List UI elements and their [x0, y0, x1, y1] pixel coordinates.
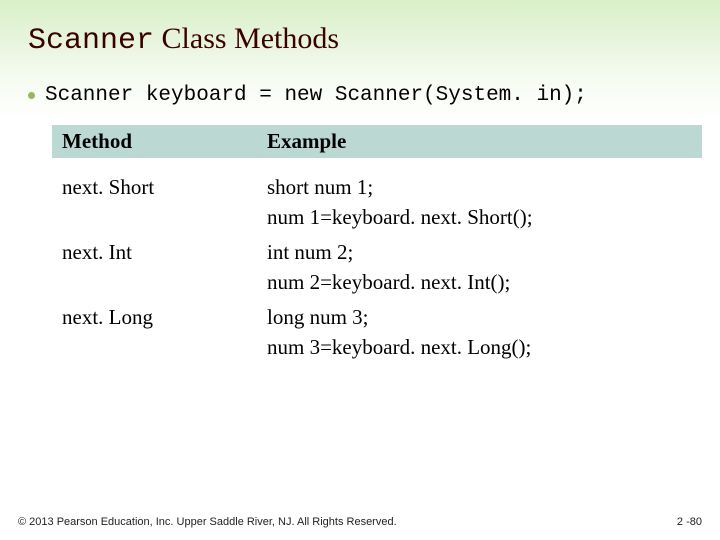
cell-method: next. Int [52, 235, 257, 300]
example-line: int num 2; [267, 240, 353, 264]
cell-example: short num 1; num 1=keyboard. next. Short… [257, 170, 702, 235]
methods-table: Method Example next. Short short num 1; … [52, 125, 702, 365]
bullet-text: Scanner keyboard = new Scanner(System. i… [45, 84, 587, 107]
cell-example: long num 3; num 3=keyboard. next. Long()… [257, 300, 702, 365]
title-mono: Scanner [28, 24, 154, 58]
title-rest: Class Methods [154, 22, 339, 55]
example-line: long num 3; [267, 305, 369, 329]
footer: © 2013 Pearson Education, Inc. Upper Sad… [18, 516, 702, 528]
table-row: next. Short short num 1; num 1=keyboard.… [52, 170, 702, 235]
table-row: next. Long long num 3; num 3=keyboard. n… [52, 300, 702, 365]
example-line: num 2=keyboard. next. Int(); [267, 270, 510, 294]
bullet-line: Scanner keyboard = new Scanner(System. i… [28, 84, 692, 107]
cell-method: next. Long [52, 300, 257, 365]
table-header-row: Method Example [52, 125, 702, 158]
copyright-text: © 2013 Pearson Education, Inc. Upper Sad… [18, 516, 397, 528]
example-line: num 3=keyboard. next. Long(); [267, 335, 531, 359]
example-line: num 1=keyboard. next. Short(); [267, 205, 533, 229]
spacer [52, 158, 702, 170]
table-row: next. Int int num 2; num 2=keyboard. nex… [52, 235, 702, 300]
page-number: 2 -80 [677, 516, 702, 528]
header-example: Example [257, 125, 702, 158]
slide: Scanner Class Methods Scanner keyboard =… [0, 0, 720, 540]
example-line: short num 1; [267, 175, 373, 199]
header-method: Method [52, 125, 257, 158]
bullet-icon [28, 92, 35, 99]
slide-title: Scanner Class Methods [28, 22, 692, 58]
cell-example: int num 2; num 2=keyboard. next. Int(); [257, 235, 702, 300]
cell-method: next. Short [52, 170, 257, 235]
